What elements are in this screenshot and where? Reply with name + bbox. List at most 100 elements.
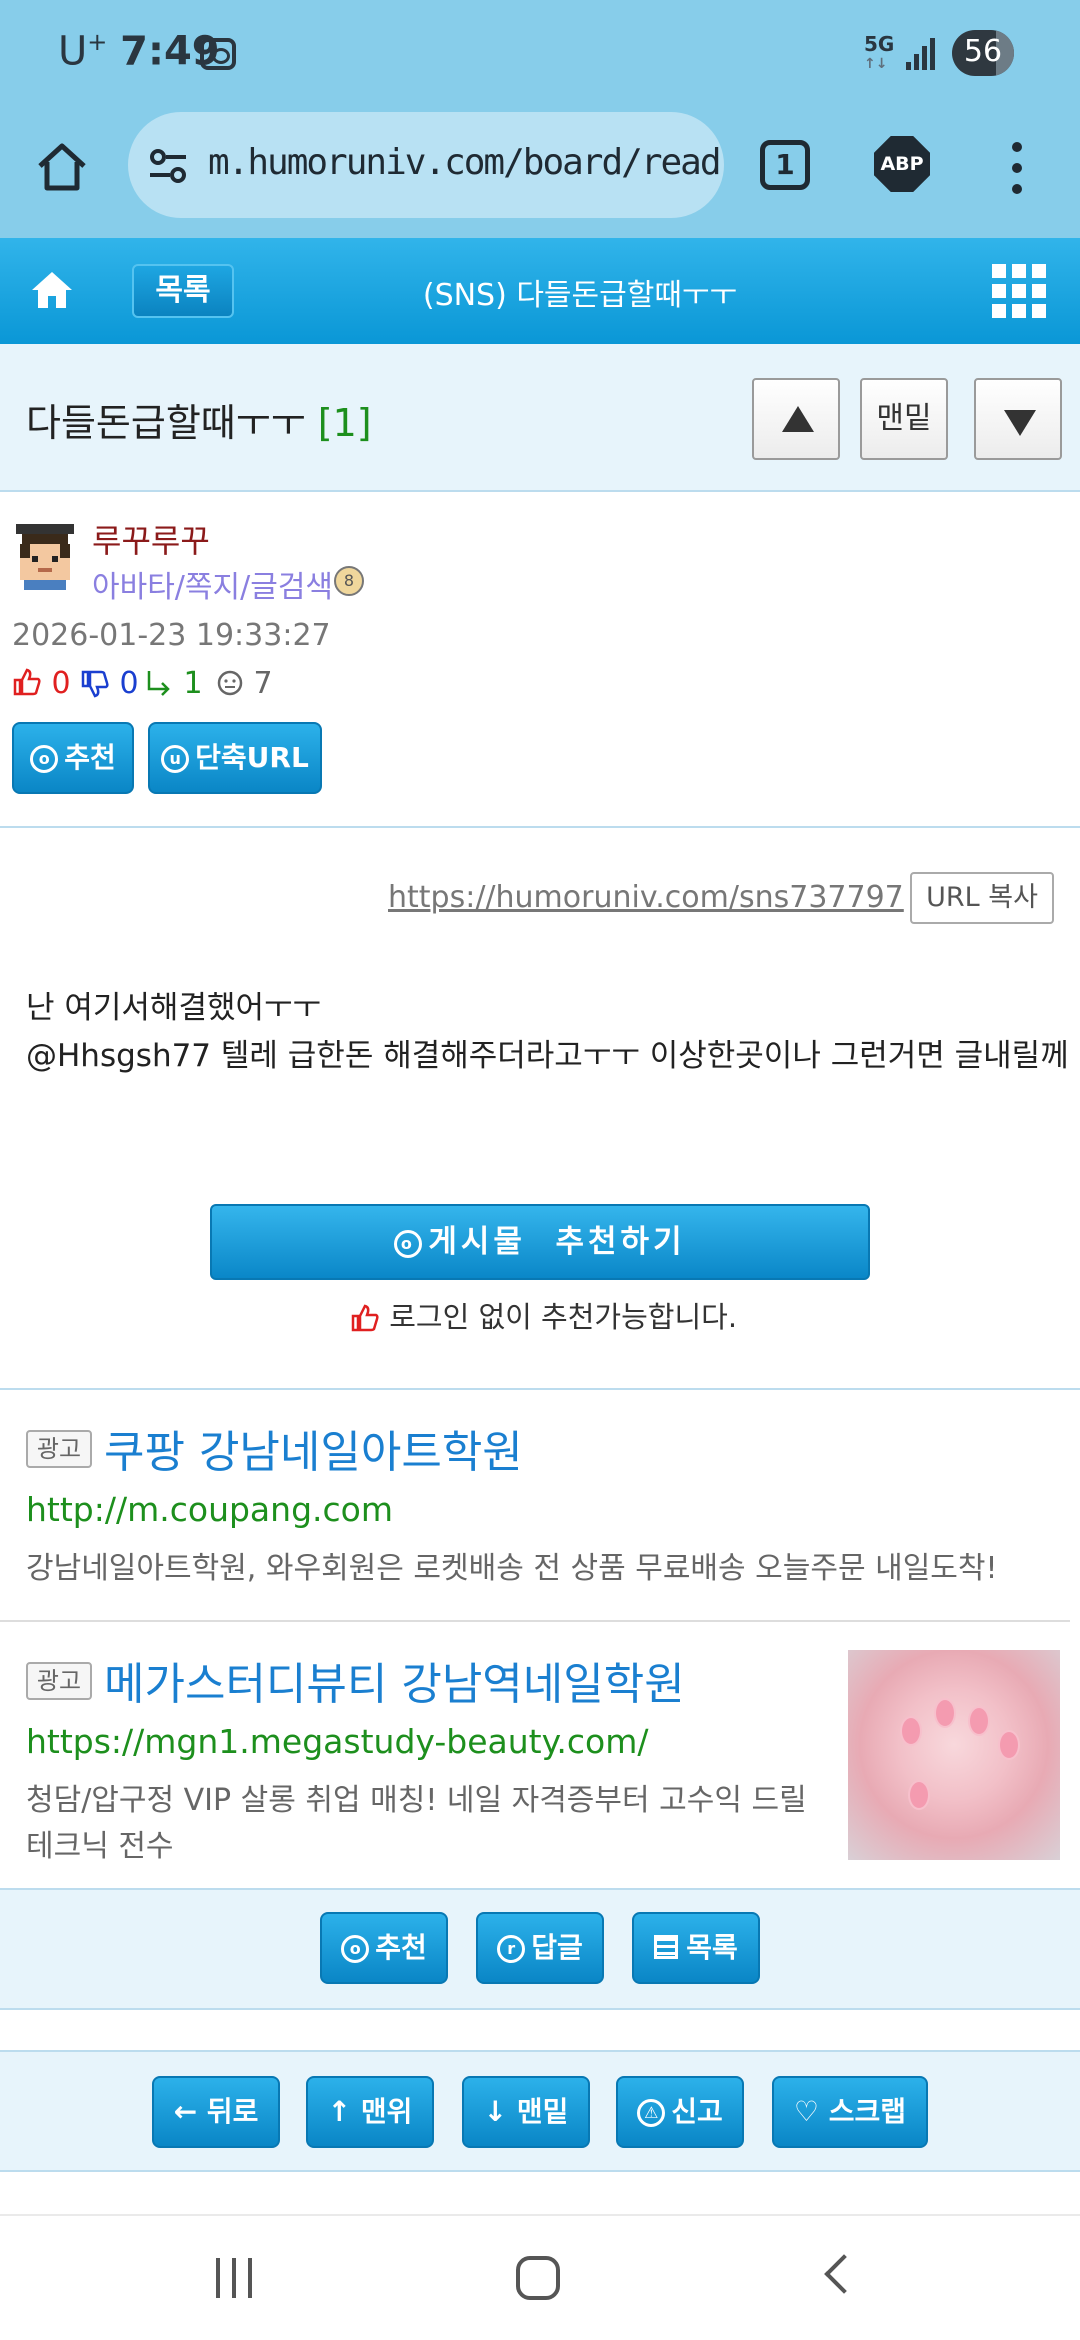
short-url-label: 단축URL <box>195 741 309 774</box>
short-url-link[interactable]: https://humoruniv.com/sns737797 <box>388 880 904 915</box>
report-label: 신고 <box>671 2095 723 2128</box>
site-header: 목록 (SNS) 다들돈급할때ㅜㅜ <box>0 238 1080 344</box>
address-bar[interactable]: m.humoruniv.com/board/read <box>128 112 724 218</box>
post-title-text: 다들돈급할때ㅜㅜ <box>26 401 306 445</box>
post-content: https://humoruniv.com/sns737797 URL 복사 난… <box>0 830 1080 1390</box>
address-url[interactable]: m.humoruniv.com/board/read <box>208 142 722 183</box>
arrow-up-icon <box>782 406 814 432</box>
action-list-label: 목록 <box>686 1931 738 1964</box>
post-title-bar: 다들돈급할때ㅜㅜ [1] 맨밑 <box>0 344 1080 492</box>
level-badge-icon: 8 <box>334 566 364 596</box>
post-date: 2026-01-23 19:33:27 <box>12 618 331 653</box>
ad-item[interactable]: 광고 쿠팡 강남네일아트학원 http://m.coupang.com 강남네일… <box>0 1390 1080 1620</box>
adblock-icon[interactable]: ABP <box>874 136 930 192</box>
battery-icon: 56 <box>952 30 1014 76</box>
action-reply-button[interactable]: r 답글 <box>476 1912 604 1984</box>
like-stat: 0 <box>12 666 71 701</box>
like-count: 0 <box>51 666 71 701</box>
recommend-post-label: 게시물 추천하기 <box>428 1224 686 1260</box>
smiley-icon <box>217 670 243 696</box>
ad-tag: 광고 <box>26 1662 92 1700</box>
back-button[interactable]: ← 뒤로 <box>152 2076 280 2148</box>
recommend-button[interactable]: o 추천 <box>12 722 134 794</box>
recommend-circle-icon: o <box>394 1230 423 1258</box>
copy-url-button[interactable]: URL 복사 <box>910 872 1054 924</box>
body-line: 난 여기서해결했어ㅜㅜ <box>26 990 322 1026</box>
status-bar: U+ 7:49 5G ↑↓ 56 <box>0 0 1080 110</box>
network-label: 5G <box>864 32 895 56</box>
ad-description: 강남네일아트학원, 와우회원은 로켓배송 전 상품 무료배송 오늘주문 내일도착… <box>26 1551 998 1586</box>
report-button[interactable]: ⚠ 신고 <box>616 2076 744 2148</box>
header-list-button[interactable]: 목록 <box>132 264 234 318</box>
action-recommend-label: 추천 <box>375 1931 427 1964</box>
comment-count[interactable]: [1] <box>318 401 372 445</box>
prev-post-button[interactable] <box>752 378 840 460</box>
browser-home-icon[interactable] <box>34 138 90 194</box>
screenshot-icon <box>200 38 236 70</box>
thumbs-up-icon <box>351 1304 379 1332</box>
system-home-icon[interactable] <box>516 2256 560 2300</box>
author-links[interactable]: 아바타/쪽지/글검색 <box>92 562 333 606</box>
recent-apps-icon[interactable] <box>216 2258 256 2298</box>
go-top-button[interactable]: ↑ 맨위 <box>306 2076 434 2148</box>
recommend-circle-icon: o <box>30 745 59 773</box>
scrap-button[interactable]: ♡ 스크랩 <box>772 2076 928 2148</box>
thumbs-up-icon <box>13 668 41 696</box>
short-url-button[interactable]: u 단축URL <box>148 722 322 794</box>
thumbs-down-icon <box>81 670 109 698</box>
action-recommend-button[interactable]: o 추천 <box>320 1912 448 1984</box>
ad-title[interactable]: 메가스터디뷰티 강남역네일학원 <box>104 1648 685 1712</box>
ad-description-line: 청담/압구정 VIP 살롱 취업 매칭! 네일 자격증부터 고수익 드릴 <box>26 1783 807 1818</box>
arrow-down-icon <box>1004 410 1036 436</box>
site-settings-icon[interactable] <box>148 148 188 184</box>
dislike-count: 0 <box>119 666 139 701</box>
reply-arrow-icon <box>147 671 170 696</box>
browser-chrome: U+ 7:49 5G ↑↓ 56 m.humoruniv.com/board/re… <box>0 0 1080 238</box>
reply-circle-icon: r <box>497 1935 526 1963</box>
ad-tag: 광고 <box>26 1430 92 1468</box>
dislike-stat: 0 <box>80 666 139 701</box>
recommend-note: 로그인 없이 추천가능합니다. <box>350 1294 737 1336</box>
reply-count: 1 <box>183 666 203 701</box>
ad-url[interactable]: http://m.coupang.com <box>26 1490 393 1529</box>
carrier-label: U <box>58 28 88 75</box>
status-carrier-time: U+ 7:49 <box>58 28 220 74</box>
ad-title[interactable]: 쿠팡 강남네일아트학원 <box>104 1416 523 1480</box>
network-5g-icon: 5G ↑↓ <box>864 32 895 72</box>
header-board-title: (SNS) 다들돈급할때ㅜㅜ <box>422 278 738 313</box>
go-bottom-nav-button[interactable]: ↓ 맨밑 <box>462 2076 590 2148</box>
report-icon: ⚠ <box>637 2099 666 2127</box>
view-stat: 7 <box>216 666 273 701</box>
recommend-circle-icon: o <box>341 1935 370 1963</box>
recommend-label: 추천 <box>64 741 116 774</box>
system-back-icon[interactable] <box>824 2254 864 2294</box>
url-circle-icon: u <box>161 745 190 773</box>
system-nav-bar <box>0 2214 1080 2340</box>
grid-menu-icon[interactable] <box>992 264 1046 318</box>
recommend-post-button[interactable]: o 게시물 추천하기 <box>210 1204 870 1280</box>
ad-description: 청담/압구정 VIP 살롱 취업 매칭! 네일 자격증부터 고수익 드릴 테크닉… <box>26 1778 846 1870</box>
avatar[interactable] <box>12 524 78 590</box>
ad-url[interactable]: https://mgn1.megastudy-beauty.com/ <box>26 1722 649 1761</box>
action-reply-label: 답글 <box>531 1931 583 1964</box>
recommend-note-text: 로그인 없이 추천가능합니다. <box>389 1300 738 1334</box>
go-bottom-button[interactable]: 맨밑 <box>860 378 948 460</box>
carrier-plus: + <box>87 28 108 56</box>
body-line: @Hhsgsh77 텔레 급한돈 해결해주더라고ㅜㅜ 이상한곳이나 그런거면 글… <box>26 1038 1069 1074</box>
signal-icon <box>906 36 936 70</box>
browser-toolbar: m.humoruniv.com/board/read 1 ABP <box>0 110 1080 238</box>
list-icon <box>654 1935 679 1959</box>
ad-description-line: 테크닉 전수 <box>26 1829 174 1864</box>
tab-switcher-button[interactable]: 1 <box>760 140 810 190</box>
post-title: 다들돈급할때ㅜㅜ [1] <box>26 392 372 447</box>
author-name[interactable]: 루꾸루꾸 <box>92 516 210 562</box>
reply-stat: 1 <box>144 666 203 701</box>
action-list-button[interactable]: 목록 <box>632 1912 760 1984</box>
view-count: 7 <box>253 666 273 701</box>
author-block: 루꾸루꾸 아바타/쪽지/글검색 8 2026-01-23 19:33:27 0 … <box>0 494 1080 828</box>
ad-nail-image[interactable] <box>848 1650 1060 1860</box>
site-home-icon[interactable] <box>30 268 74 312</box>
battery-percent: 56 <box>963 34 1003 69</box>
next-post-button[interactable] <box>974 378 1062 460</box>
more-menu-icon[interactable] <box>1004 140 1030 196</box>
